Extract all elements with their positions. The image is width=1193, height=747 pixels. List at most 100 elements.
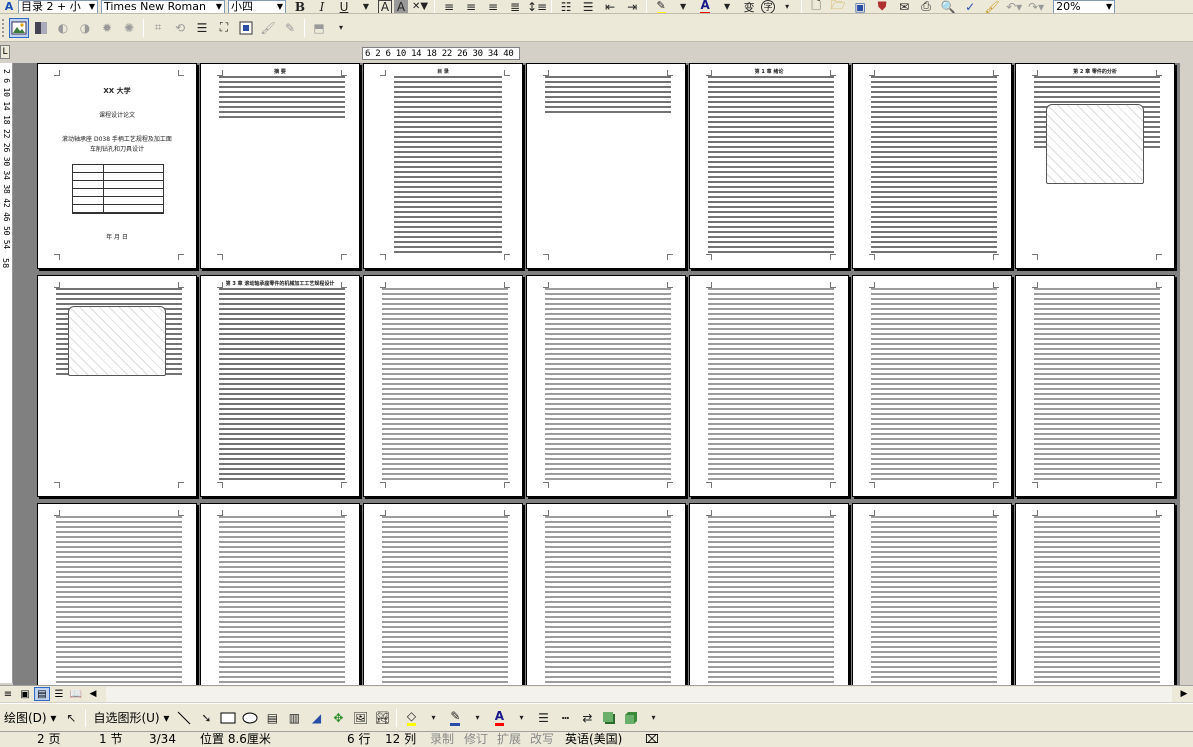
chevron-down-icon[interactable]: ▼ — [673, 0, 693, 13]
more-contrast-icon[interactable]: ◐ — [53, 18, 73, 38]
increase-indent-button[interactable]: ⇥ — [622, 0, 642, 13]
wordart-icon[interactable]: ◢ — [306, 708, 326, 728]
set-transparent-color-icon[interactable]: ✎ — [280, 18, 300, 38]
new-doc-icon[interactable]: 🗋 — [806, 0, 826, 13]
bullets-button[interactable]: ☰ — [578, 0, 598, 13]
page-thumbnail[interactable]: 第 3 章 滚动轴承座零件的机械加工工艺规程设计 — [200, 275, 360, 497]
page-thumbnail[interactable] — [852, 275, 1012, 497]
page-thumbnail[interactable]: 第 1 章 绪论 — [689, 63, 849, 269]
page-thumbnail[interactable] — [200, 503, 360, 685]
font-size-dropdown[interactable]: 小四 ▼ — [228, 0, 286, 13]
fill-color-icon[interactable]: ◇ — [401, 708, 421, 728]
vertical-text-box-icon[interactable]: ▥ — [284, 708, 304, 728]
page-thumbnail[interactable] — [689, 275, 849, 497]
line-style-icon[interactable]: ☰ — [533, 708, 553, 728]
chevron-down-icon[interactable]: ▼ — [717, 0, 737, 13]
open-folder-icon[interactable]: 🗁 — [828, 0, 848, 13]
chevron-down-icon[interactable]: ▾ — [511, 708, 531, 728]
draw-font-color-icon[interactable]: A — [489, 708, 509, 728]
reset-picture-icon[interactable]: ⬒ — [309, 18, 329, 38]
spelling-status-icon[interactable]: ⌧ — [645, 732, 659, 747]
align-center-button[interactable]: ≡ — [461, 0, 481, 13]
line-color-icon[interactable]: ✎ — [445, 708, 465, 728]
tab-selector[interactable]: L — [0, 45, 10, 59]
clip-art-icon[interactable]: 🖼 — [350, 708, 370, 728]
toolbar-options-icon[interactable]: ▾ — [777, 0, 797, 13]
page-thumbnail[interactable] — [37, 275, 197, 497]
email-icon[interactable]: ✉ — [894, 0, 914, 13]
justify-button[interactable]: ≣ — [505, 0, 525, 13]
char-shading-button[interactable]: A — [394, 0, 408, 13]
status-extend[interactable]: 扩展 — [497, 732, 521, 747]
reading-layout-view-icon[interactable]: 📖 — [68, 687, 84, 701]
line-style-icon[interactable]: ☰ — [192, 18, 212, 38]
select-objects-icon[interactable]: ↖ — [61, 708, 81, 728]
spelling-icon[interactable]: ✓ — [960, 0, 980, 13]
enclose-char-button[interactable]: 字 — [761, 0, 776, 13]
less-contrast-icon[interactable]: ◑ — [75, 18, 95, 38]
page-thumbnail[interactable] — [37, 503, 197, 685]
styles-pane-icon[interactable]: A — [1, 0, 17, 13]
style-dropdown[interactable]: 目录 2 + 小 ▼ — [18, 0, 98, 13]
page-thumbnail[interactable]: XX 大学 课程设计论文 滚动轴承座 D038 手柄工艺规程及加工面 车削钻孔和刀具设… — [37, 63, 197, 269]
page-thumbnail[interactable]: 目 录 — [363, 63, 523, 269]
char-border-button[interactable]: A — [378, 0, 392, 13]
status-overtype[interactable]: 改写 — [530, 732, 554, 747]
status-rec[interactable]: 录制 — [430, 732, 454, 747]
line-spacing-button[interactable]: ↕≡ — [527, 0, 547, 13]
line-tool-icon[interactable] — [174, 708, 194, 728]
permission-icon[interactable]: ⛊ — [872, 0, 892, 13]
save-icon[interactable]: ▣ — [850, 0, 870, 13]
status-track-changes[interactable]: 修订 — [464, 732, 488, 747]
toolbar-options-icon[interactable]: ▾ — [643, 708, 663, 728]
diagram-icon[interactable]: ✥ — [328, 708, 348, 728]
page-thumbnail[interactable] — [689, 503, 849, 685]
text-box-icon[interactable]: ▤ — [262, 708, 282, 728]
page-thumbnail[interactable]: 摘 要 — [200, 63, 360, 269]
char-scale-icon[interactable]: ✕▼ — [410, 0, 430, 13]
arrow-style-icon[interactable]: ⇄ — [577, 708, 597, 728]
rotate-left-icon[interactable]: ⟲ — [170, 18, 190, 38]
draw-menu-button[interactable]: 绘图(D) ▾ — [4, 709, 56, 726]
toolbar-options-icon[interactable]: ▾ — [331, 18, 351, 38]
zoom-dropdown[interactable]: 20% ▼ — [1053, 0, 1116, 13]
page-thumbnail[interactable] — [526, 63, 686, 269]
web-layout-view-icon[interactable]: ▣ — [17, 687, 33, 701]
redo-icon[interactable]: ↷▾ — [1026, 0, 1046, 13]
page-thumbnail[interactable] — [852, 503, 1012, 685]
numbering-button[interactable]: ☷ — [556, 0, 576, 13]
bold-button[interactable]: B — [290, 0, 310, 13]
format-picture-icon[interactable]: 🖌 — [258, 18, 278, 38]
page-thumbnail[interactable] — [526, 275, 686, 497]
scroll-right-icon[interactable]: ▶ — [1176, 687, 1192, 701]
color-icon[interactable] — [31, 18, 51, 38]
underline-button[interactable]: U — [334, 0, 354, 13]
italic-button[interactable]: I — [312, 0, 332, 13]
oval-tool-icon[interactable] — [240, 708, 260, 728]
crop-icon[interactable]: ⌗ — [148, 18, 168, 38]
print-icon[interactable]: ⎙ — [916, 0, 936, 13]
align-left-button[interactable]: ≡ — [439, 0, 459, 13]
page-thumbnail[interactable] — [363, 275, 523, 497]
print-layout-view-icon[interactable]: ▤ — [34, 687, 50, 701]
shadow-style-icon[interactable] — [599, 708, 619, 728]
decrease-indent-button[interactable]: ⇤ — [600, 0, 620, 13]
page-thumbnail[interactable] — [852, 63, 1012, 269]
dash-style-icon[interactable]: ┅ — [555, 708, 575, 728]
insert-picture-icon[interactable]: 🏞 — [372, 708, 392, 728]
compress-pictures-icon[interactable]: ⛶ — [214, 18, 234, 38]
highlight-button[interactable]: ✎ — [651, 0, 671, 13]
align-right-button[interactable]: ≡ — [483, 0, 503, 13]
print-preview-icon[interactable]: 🔍 — [938, 0, 958, 13]
page-thumbnail[interactable] — [1015, 275, 1175, 497]
chevron-down-icon[interactable]: ▾ — [467, 708, 487, 728]
3d-style-icon[interactable] — [621, 708, 641, 728]
font-color-button[interactable]: A — [695, 0, 715, 13]
vertical-scrollbar[interactable] — [1180, 63, 1193, 685]
document-area[interactable]: XX 大学 课程设计论文 滚动轴承座 D038 手柄工艺规程及加工面 车削钻孔和刀具设… — [13, 63, 1180, 685]
horizontal-scroll-track[interactable] — [106, 686, 1172, 702]
chevron-down-icon[interactable]: ▾ — [423, 708, 443, 728]
scroll-left-icon[interactable]: ◀ — [85, 687, 101, 701]
autoshapes-button[interactable]: 自选图形(U) ▾ — [93, 709, 169, 726]
insert-picture-icon[interactable] — [9, 17, 29, 38]
